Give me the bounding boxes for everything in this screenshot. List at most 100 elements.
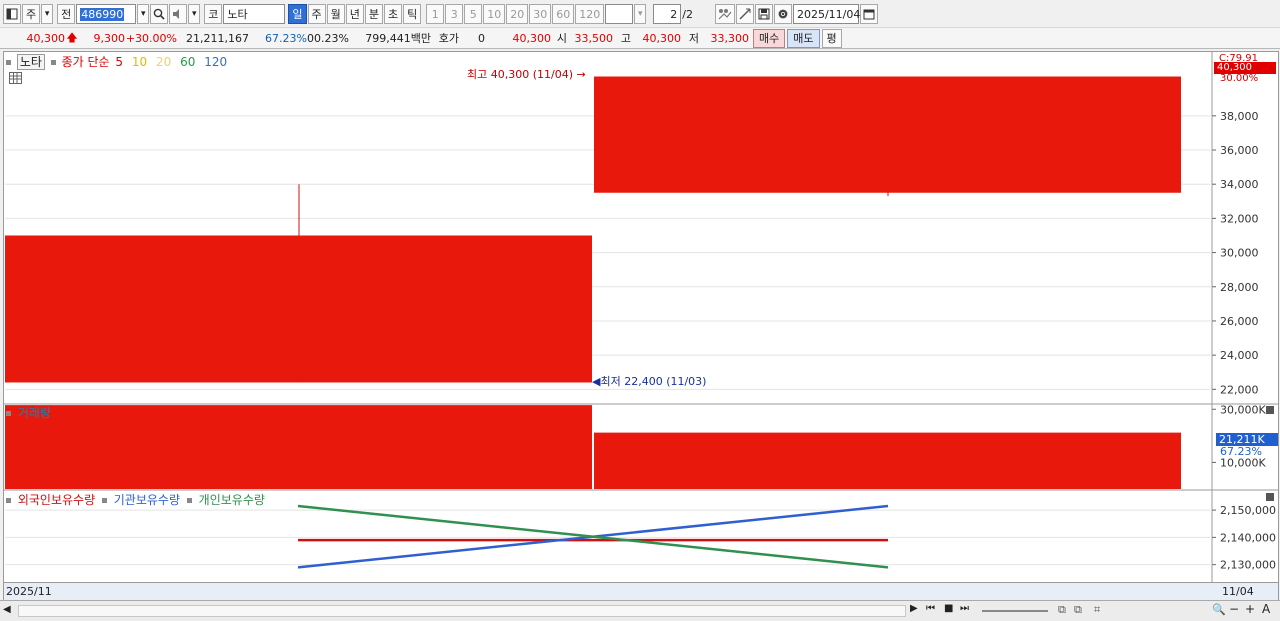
volume-ratio-tag: 67.23% xyxy=(1220,445,1262,458)
chart-area[interactable]: 22,000 24,000 26,000 28,000 30,000 32,000 34,0… xyxy=(3,51,1279,601)
step-back-icon[interactable]: ⏮ xyxy=(926,603,935,614)
volume-ratio: 67.23% xyxy=(265,31,307,45)
code-dropdown-icon[interactable]: ▾ xyxy=(137,4,150,24)
ma-5-label[interactable]: 5 xyxy=(115,55,123,69)
holdings-tick-label: 2,150,000 xyxy=(1220,504,1276,517)
indicator-button[interactable] xyxy=(714,4,735,24)
font-size-icon[interactable]: A xyxy=(1262,602,1270,616)
low-price: 33,300 xyxy=(710,31,750,45)
tab-tick[interactable]: 틱 xyxy=(403,4,422,24)
stop-icon[interactable]: ■ xyxy=(944,603,953,614)
ma-120-label[interactable]: 120 xyxy=(204,55,227,69)
volume-bar xyxy=(5,405,592,489)
price-tick-label: 26,000 xyxy=(1220,315,1259,328)
interval-3[interactable]: 3 xyxy=(445,4,464,24)
ma-60-label[interactable]: 60 xyxy=(180,55,195,69)
ma-legend-title[interactable]: 종가 단순 xyxy=(62,55,110,69)
speaker-icon xyxy=(173,9,180,19)
zoom-slider[interactable] xyxy=(982,610,1048,612)
draw-tool-button[interactable] xyxy=(735,4,754,24)
high-label: 고 xyxy=(620,32,631,45)
chart-list-button[interactable] xyxy=(9,72,22,84)
foreign-holdings-label[interactable]: 외국인보유수량 xyxy=(18,493,95,507)
fast-forward-icon[interactable]: ⏭ xyxy=(960,603,969,614)
high-price: 40,300 xyxy=(642,31,682,45)
prev-button[interactable]: 전 xyxy=(57,4,76,24)
chart-svg: 22,000 24,000 26,000 28,000 30,000 32,000 34,0… xyxy=(4,52,1278,582)
volume-tick-label: 30,000K xyxy=(1220,403,1266,416)
avg-button[interactable]: 평 xyxy=(821,28,842,48)
corp-badge: 코 xyxy=(204,4,223,24)
holdings-panel-close-icon[interactable] xyxy=(1266,493,1274,501)
price-legend: 노타 종가 단순 5 10 20 60 120 xyxy=(6,53,227,70)
window-menu-button[interactable] xyxy=(3,4,21,24)
crosshair-icon[interactable]: ⌗ xyxy=(1094,603,1100,617)
custom-interval-input[interactable] xyxy=(605,4,634,24)
individual-holdings-label[interactable]: 개인보유수량 xyxy=(199,493,265,507)
candle-body xyxy=(5,235,592,383)
open-label: 시 xyxy=(556,32,567,45)
candle-body xyxy=(594,76,1181,193)
plus-icon[interactable]: + xyxy=(1245,602,1255,616)
tab-second[interactable]: 초 xyxy=(384,4,403,24)
date-input[interactable]: 2025/11/04 xyxy=(792,4,860,24)
copy-icon[interactable]: ⧉ xyxy=(1074,603,1082,617)
buy-button[interactable]: 매수 xyxy=(753,28,786,48)
holdings-tick-label: 2,130,000 xyxy=(1220,559,1276,572)
tab-week[interactable]: 주 xyxy=(307,4,326,24)
horizontal-scrollbar[interactable] xyxy=(18,605,906,617)
ma-10-label[interactable]: 10 xyxy=(132,55,147,69)
legend-square-icon xyxy=(101,498,107,503)
tab-month[interactable]: 월 xyxy=(326,4,345,24)
layout-icon[interactable]: ⧉ xyxy=(1058,603,1066,617)
page-current-input[interactable]: 2 xyxy=(653,4,682,24)
volume-legend: 거래량 xyxy=(6,404,51,421)
indicator-icon xyxy=(718,9,732,20)
gear-icon xyxy=(778,9,788,19)
interval-60[interactable]: 60 xyxy=(552,4,575,24)
interval-120[interactable]: 120 xyxy=(575,4,605,24)
ma-20-label[interactable]: 20 xyxy=(156,55,171,69)
stock-code-input[interactable]: 486990 xyxy=(76,4,137,24)
calendar-button[interactable] xyxy=(859,4,878,24)
arrow-right-icon: → xyxy=(573,68,586,81)
volume-title[interactable]: 거래량 xyxy=(18,406,51,420)
market-dropdown-icon[interactable]: ▾ xyxy=(41,4,54,24)
speaker-button[interactable] xyxy=(169,4,188,24)
turnover-rate: 00.23% xyxy=(307,31,349,45)
tab-minute[interactable]: 분 xyxy=(364,4,383,24)
speaker-dropdown-icon[interactable]: ▾ xyxy=(188,4,201,24)
interval-10[interactable]: 10 xyxy=(483,4,506,24)
market-select[interactable]: 주 xyxy=(22,4,41,24)
price-tick-label: 36,000 xyxy=(1220,144,1259,157)
bottom-toolbar: ◀ ▶ ⏮ ■ ⏭ ⧉ ⧉ ⌗ 🔍 − + A xyxy=(0,600,1280,621)
legend-square-icon xyxy=(6,60,11,65)
interval-1[interactable]: 1 xyxy=(426,4,445,24)
tab-year[interactable]: 년 xyxy=(345,4,364,24)
custom-interval-dropdown-icon[interactable]: ▾ xyxy=(634,4,647,24)
tab-day[interactable]: 일 xyxy=(288,4,307,24)
price-tick-label: 30,000 xyxy=(1220,247,1259,260)
month-label: 2025/11 xyxy=(6,585,52,598)
up-arrow-icon: 🡅 xyxy=(66,30,78,44)
interval-30[interactable]: 30 xyxy=(529,4,552,24)
legend-square-icon xyxy=(186,498,192,503)
settings-button[interactable] xyxy=(773,4,792,24)
minus-icon[interactable]: − xyxy=(1229,602,1239,616)
low-annotation: ◀최저 22,400 (11/03) xyxy=(592,373,706,389)
scroll-left-button[interactable]: ◀ xyxy=(3,604,11,615)
save-button[interactable] xyxy=(754,4,773,24)
zoom-in-icon[interactable]: 🔍 xyxy=(1212,603,1226,616)
stock-name-field[interactable]: 노타 xyxy=(223,4,286,24)
sell-button[interactable]: 매도 xyxy=(787,28,820,48)
interval-5[interactable]: 5 xyxy=(464,4,483,24)
stock-name-badge[interactable]: 노타 xyxy=(16,54,45,70)
save-icon xyxy=(758,8,770,20)
price-tick-label: 22,000 xyxy=(1220,383,1259,396)
volume-panel-close-icon[interactable] xyxy=(1266,406,1274,414)
search-button[interactable] xyxy=(150,4,169,24)
legend-square-icon xyxy=(6,498,11,503)
institution-holdings-label[interactable]: 기관보유수량 xyxy=(114,493,180,507)
scroll-right-button[interactable]: ▶ xyxy=(910,603,918,614)
interval-20[interactable]: 20 xyxy=(506,4,529,24)
